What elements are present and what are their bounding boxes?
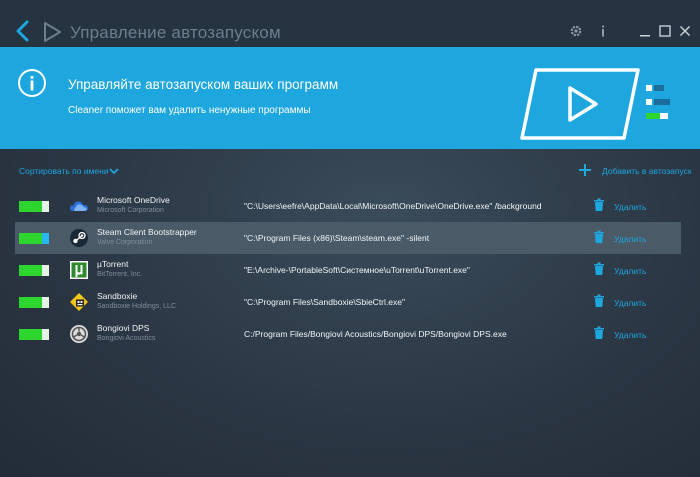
program-path: "C:\Program Files (x86)\Steam\steam.exe"… xyxy=(244,233,430,243)
startup-row[interactable]: µTorrent BitTorrent, Inc. "E:\Archive-\P… xyxy=(15,254,681,286)
program-path: "E:\Archive-\PortableSoft\Системное\uTor… xyxy=(244,265,470,275)
enable-toggle[interactable] xyxy=(19,297,49,308)
program-path: "C:\Program Files\Sandboxie\SbieCtrl.exe… xyxy=(244,297,405,307)
program-name: Steam Client Bootstrapper xyxy=(97,227,197,237)
program-path: C:/Program Files/Bongiovi Acoustics/Bong… xyxy=(244,329,507,339)
program-name: Bongiovi DPS xyxy=(97,323,150,333)
title-bar: Управление автозапуском xyxy=(0,0,700,47)
enable-toggle[interactable] xyxy=(19,201,49,212)
program-vendor: BitTorrent, Inc. xyxy=(97,271,143,278)
trash-icon[interactable] xyxy=(593,294,605,308)
steam-icon xyxy=(70,229,88,247)
onedrive-cloud-icon xyxy=(70,201,88,211)
program-name: Sandboxie xyxy=(97,291,138,301)
delete-button[interactable]: Удалить xyxy=(614,266,646,276)
monitor-play-illustration-icon xyxy=(520,68,640,140)
program-name: µTorrent xyxy=(97,259,129,269)
enable-toggle[interactable] xyxy=(19,265,49,276)
program-name: Microsoft OneDrive xyxy=(97,195,170,205)
window-title: Управление автозапуском xyxy=(70,23,281,42)
maximize-icon[interactable] xyxy=(658,24,672,38)
info-circle-icon xyxy=(18,69,46,97)
trash-icon[interactable] xyxy=(593,230,605,244)
back-arrow-icon[interactable] xyxy=(14,20,32,42)
startup-row[interactable]: Sandboxie Sandboxie Holdings, LLC "C:\Pr… xyxy=(15,286,681,318)
delete-button[interactable]: Удалить xyxy=(614,234,646,244)
program-vendor: Sandboxie Holdings, LLC xyxy=(97,303,176,310)
program-path: "C:\Users\eefre\AppData\Local\Microsoft\… xyxy=(244,201,542,211)
delete-button[interactable]: Удалить xyxy=(614,202,646,212)
add-to-startup-button[interactable]: Добавить в автозапуск xyxy=(602,166,692,176)
utorrent-icon xyxy=(70,261,88,279)
bongiovi-icon xyxy=(70,325,88,343)
program-vendor: Microsoft Corporation xyxy=(97,207,164,214)
gear-icon[interactable] xyxy=(569,24,583,38)
sort-by-name-button[interactable]: Сортировать по имени xyxy=(19,166,109,176)
startup-list: Microsoft OneDrive Microsoft Corporation… xyxy=(0,190,700,350)
startup-row[interactable]: Bongiovi DPS Bongiovi Acoustics C:/Progr… xyxy=(15,318,681,350)
play-outline-icon xyxy=(44,22,61,42)
plus-icon[interactable] xyxy=(578,163,592,177)
startup-row[interactable]: Microsoft OneDrive Microsoft Corporation… xyxy=(15,190,681,222)
enable-toggle[interactable] xyxy=(19,329,49,340)
minimize-icon[interactable] xyxy=(638,24,652,38)
sandboxie-icon xyxy=(70,293,88,311)
trash-icon[interactable] xyxy=(593,326,605,340)
banner-subtitle: Cleaner поможет вам удалить ненужные про… xyxy=(68,105,311,116)
trash-icon[interactable] xyxy=(593,198,605,212)
close-icon[interactable] xyxy=(678,24,692,38)
list-bars-illustration-icon xyxy=(646,85,670,119)
delete-button[interactable]: Удалить xyxy=(614,298,646,308)
info-icon[interactable] xyxy=(596,24,610,38)
banner-title: Управляйте автозапуском ваших программ xyxy=(68,77,339,92)
chevron-down-icon[interactable] xyxy=(108,166,120,176)
startup-row[interactable]: Steam Client Bootstrapper Valve Corporat… xyxy=(15,222,681,254)
enable-toggle[interactable] xyxy=(19,233,49,244)
program-vendor: Valve Corporation xyxy=(97,239,153,246)
delete-button[interactable]: Удалить xyxy=(614,330,646,340)
program-vendor: Bongiovi Acoustics xyxy=(97,335,156,342)
trash-icon[interactable] xyxy=(593,262,605,276)
